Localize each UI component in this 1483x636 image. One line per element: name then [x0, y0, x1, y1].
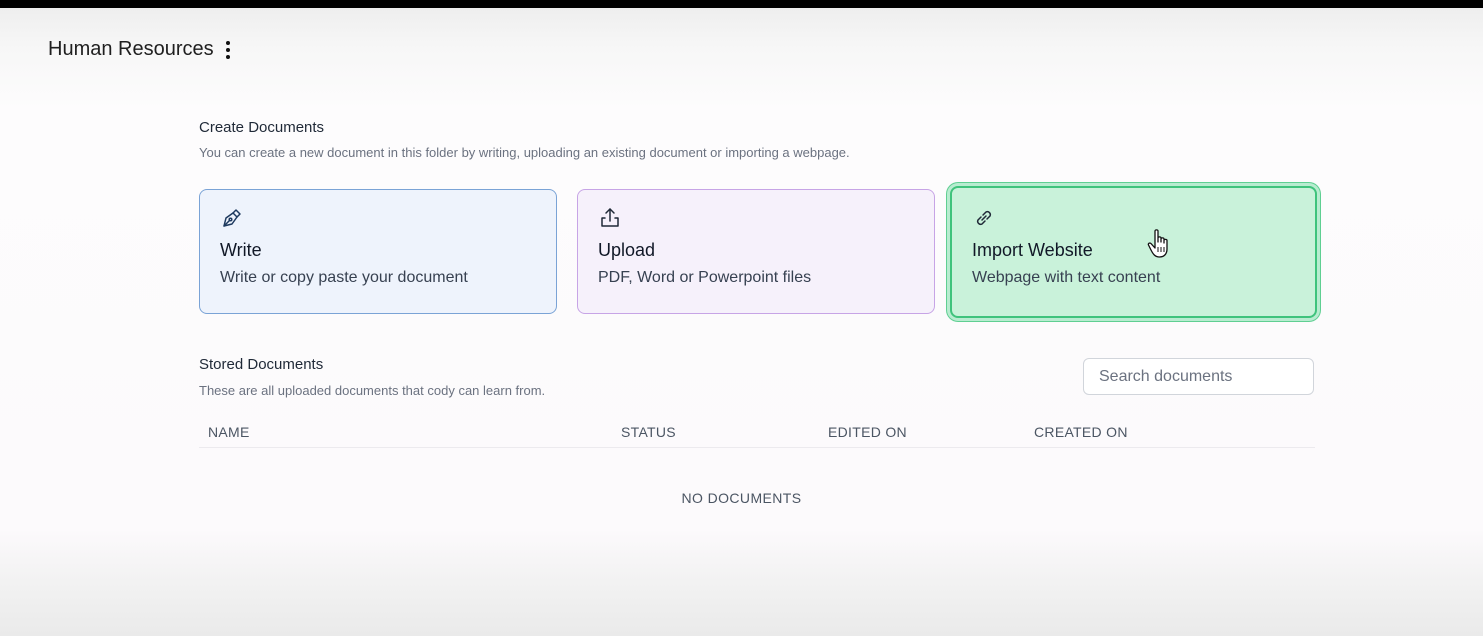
upload-card-title: Upload: [598, 240, 656, 260]
link-icon: [972, 206, 996, 230]
upload-card-description: PDF, Word or Powerpoint files: [598, 269, 812, 286]
folder-header: Human Resources: [48, 38, 234, 61]
write-card-title: Write: [220, 240, 262, 260]
pen-icon: [220, 206, 244, 230]
stored-documents-title: Stored Documents: [199, 356, 324, 373]
column-header-status[interactable]: STATUS: [621, 424, 676, 440]
stored-documents-subtitle: These are all uploaded documents that co…: [199, 383, 546, 398]
hand-cursor-icon: [1147, 229, 1168, 258]
folder-title: Human Resources: [48, 38, 214, 60]
column-header-edited-on[interactable]: EDITED ON: [828, 424, 907, 440]
table-header-divider: [199, 447, 1315, 448]
column-header-name[interactable]: NAME: [208, 424, 250, 440]
kebab-menu-icon[interactable]: [222, 40, 234, 59]
empty-state-text: NO DOCUMENTS: [681, 490, 802, 506]
import-website-card-title: Import Website: [972, 240, 1093, 260]
import-website-card[interactable]: Import Website Webpage with text content: [950, 186, 1317, 318]
write-card-description: Write or copy paste your document: [220, 269, 468, 286]
write-card[interactable]: Write Write or copy paste your document: [199, 189, 557, 314]
upload-card[interactable]: Upload PDF, Word or Powerpoint files: [577, 189, 935, 314]
import-website-card-description: Webpage with text content: [972, 269, 1161, 286]
app-frame: Human Resources Create Documents You can…: [0, 8, 1483, 636]
upload-icon: [598, 206, 622, 230]
create-documents-subtitle: You can create a new document in this fo…: [199, 145, 850, 160]
column-header-created-on[interactable]: CREATED ON: [1034, 424, 1128, 440]
search-documents-input[interactable]: [1083, 358, 1314, 395]
create-documents-title: Create Documents: [199, 119, 325, 136]
